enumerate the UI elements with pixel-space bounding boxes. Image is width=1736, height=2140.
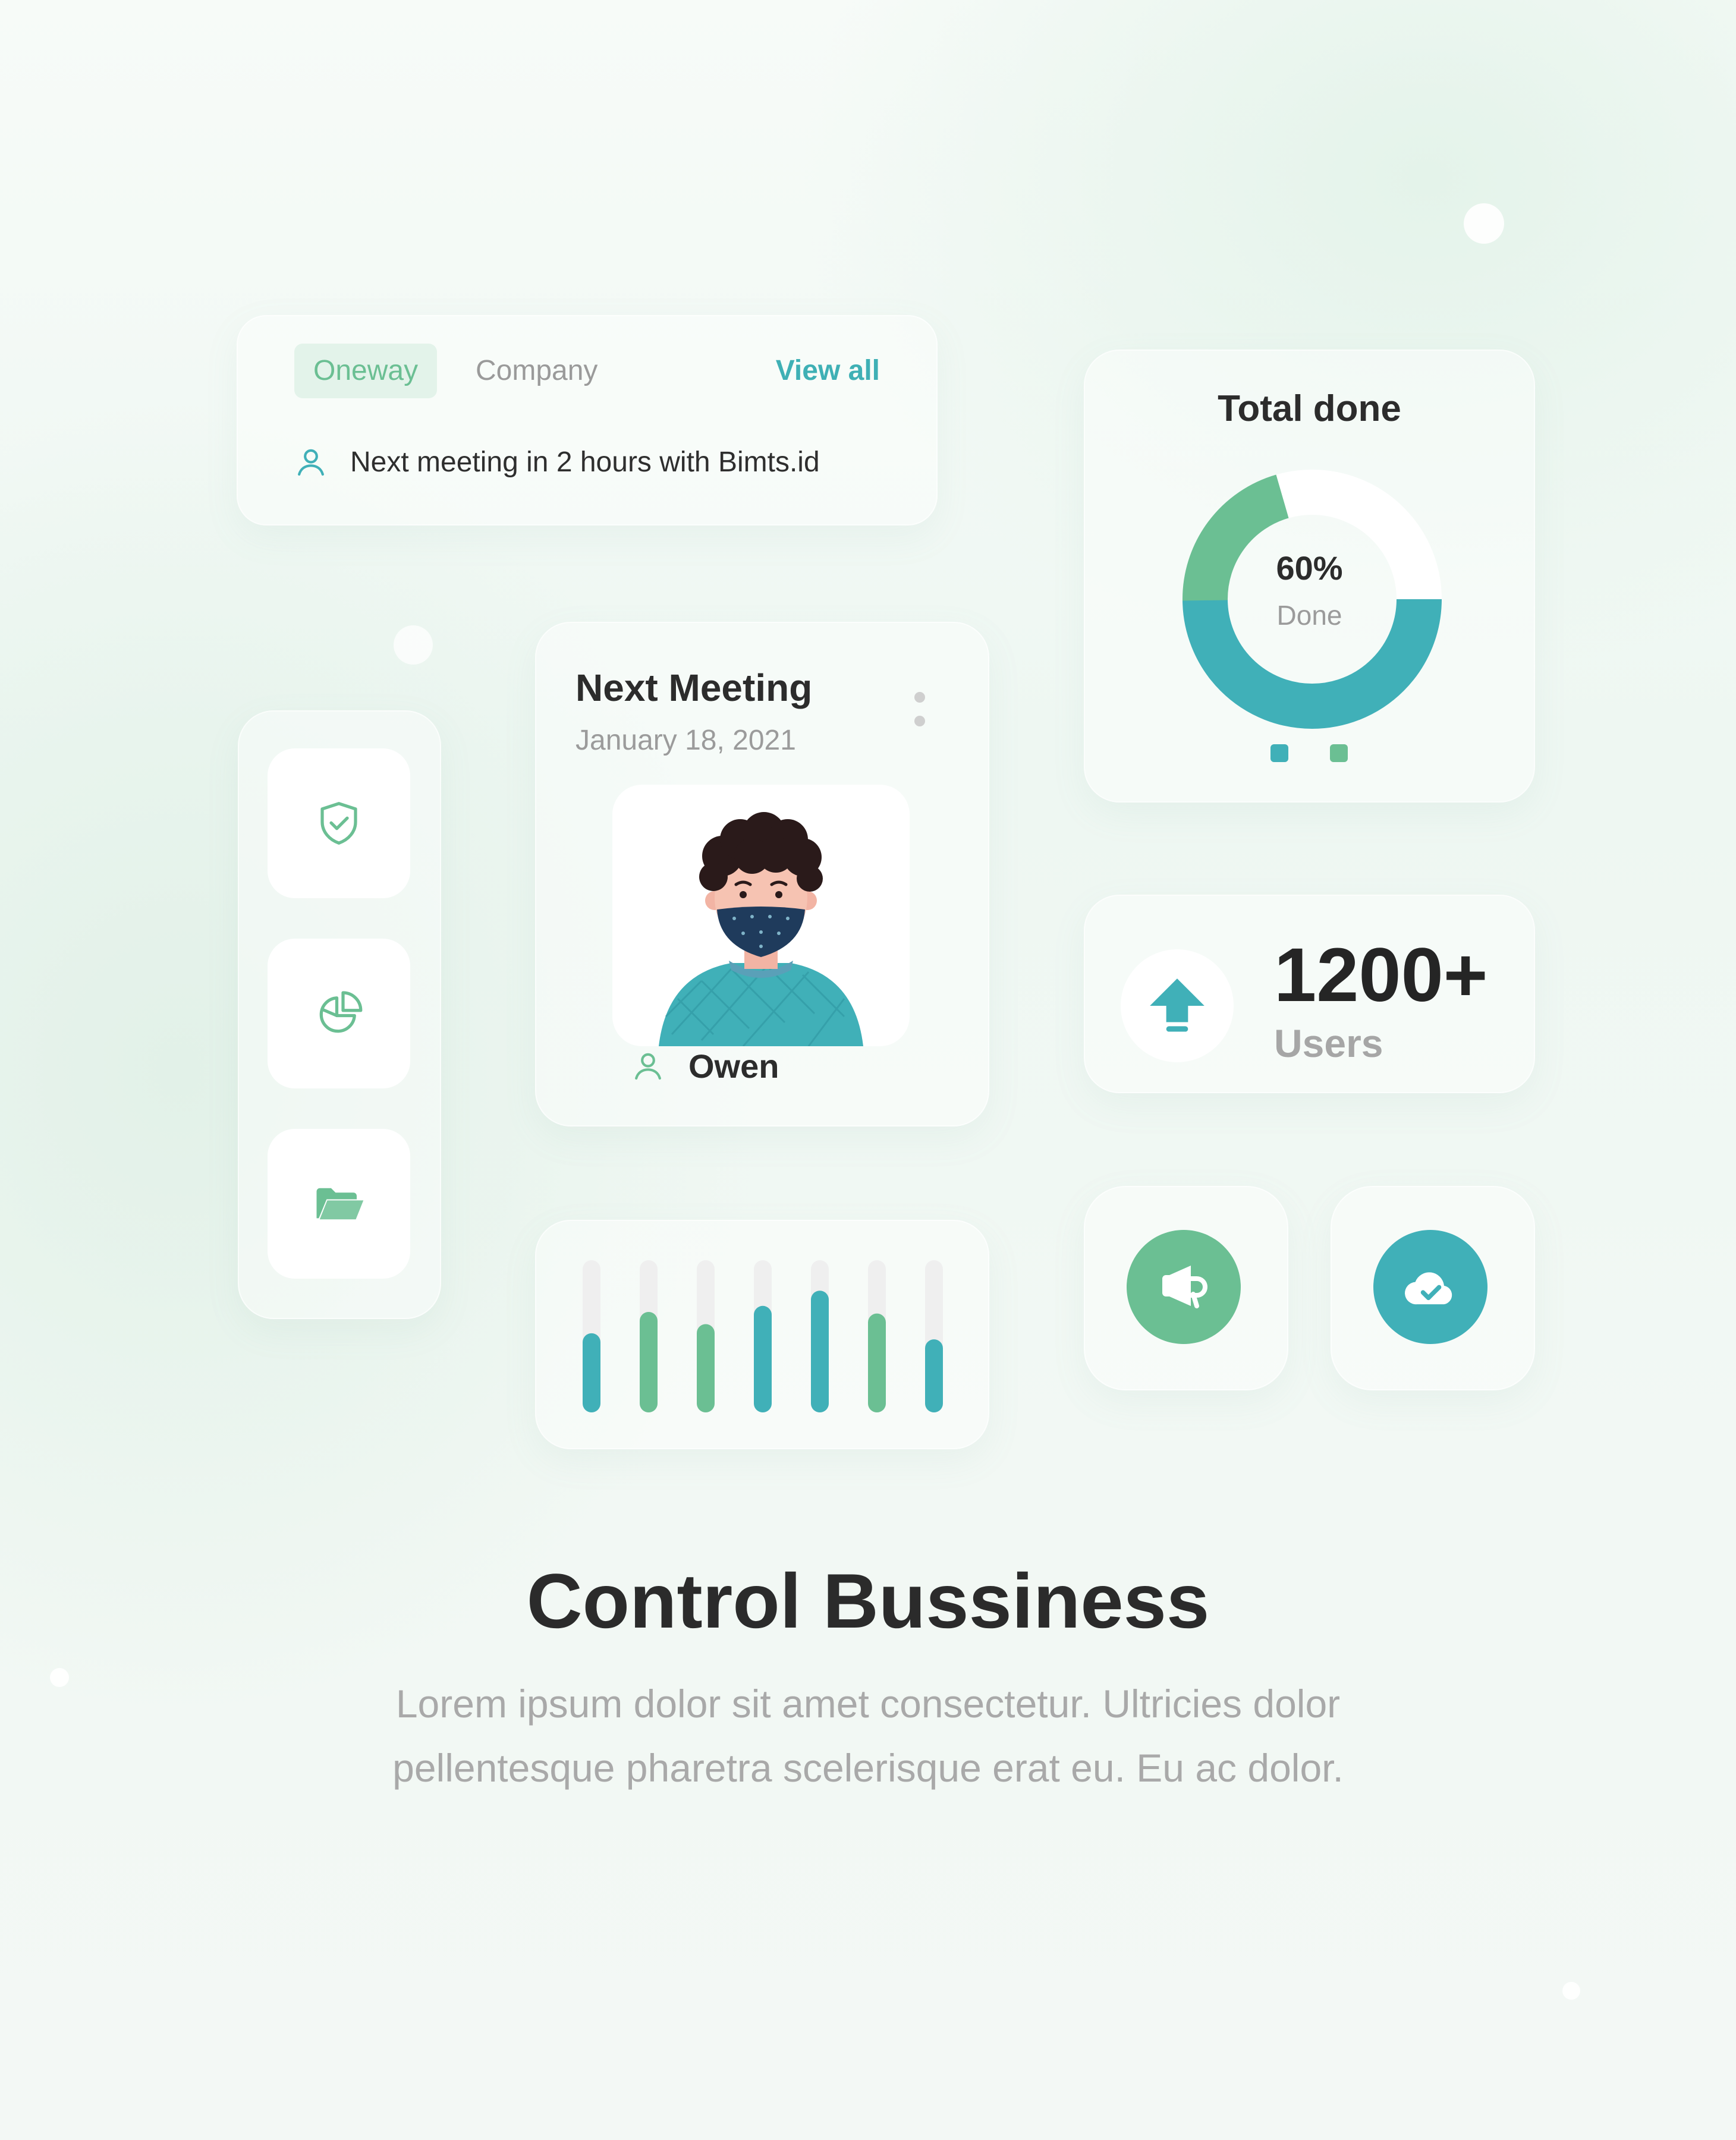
- view-all-link[interactable]: View all: [776, 344, 880, 398]
- person-name: Owen: [688, 1047, 779, 1085]
- decor-dot: [1562, 1982, 1580, 2000]
- legend-teal: [1270, 744, 1288, 762]
- next-meeting-title: Next Meeting: [575, 666, 813, 709]
- description-line-2: pellentesque pharetra scelerisque erat e…: [392, 1746, 1344, 1790]
- sidebar-item-analytics[interactable]: [268, 939, 410, 1088]
- decor-dot: [1464, 203, 1504, 244]
- sidebar-item-security[interactable]: [268, 748, 410, 898]
- cloud-sync-button[interactable]: [1373, 1230, 1487, 1344]
- donut-percent: 60%: [1276, 549, 1343, 587]
- user-icon: [635, 1053, 661, 1080]
- more-options-icon[interactable]: [914, 692, 926, 739]
- description: Lorem ipsum dolor sit amet consectetur. …: [333, 1672, 1403, 1800]
- avatar: [612, 785, 910, 1046]
- bar: [583, 1333, 600, 1412]
- bar-chart-card: [535, 1220, 989, 1449]
- description-line-1: Lorem ipsum dolor sit amet consectetur. …: [395, 1682, 1341, 1726]
- cloud-check-icon: [1405, 1272, 1452, 1305]
- folder-open-icon: [316, 1188, 364, 1220]
- shield-check-icon: [320, 802, 357, 845]
- bar: [697, 1324, 715, 1412]
- bar: [925, 1339, 943, 1412]
- user-icon: [298, 449, 324, 476]
- total-done-title: Total done: [1218, 388, 1401, 429]
- announcement-button[interactable]: [1127, 1230, 1241, 1344]
- headline: Control Bussiness: [526, 1557, 1210, 1644]
- next-meeting-date: January 18, 2021: [575, 725, 796, 756]
- announcement-card: [1084, 1186, 1288, 1390]
- megaphone-icon: [1162, 1266, 1207, 1308]
- meeting-notice-card: Oneway Company View all Next meeting in …: [237, 315, 938, 525]
- next-meeting-card: Next Meeting January 18, 2021 Owen: [535, 622, 989, 1126]
- pie-chart-icon: [319, 991, 363, 1033]
- person-illustration: [659, 812, 863, 1046]
- decor-dot: [394, 625, 433, 665]
- icon-sidebar: [238, 710, 441, 1319]
- donut-done-label: Done: [1276, 600, 1342, 631]
- bar: [754, 1305, 772, 1412]
- legend-green: [1330, 744, 1348, 762]
- users-count: 1200+: [1274, 933, 1488, 1018]
- meeting-notice: Next meeting in 2 hours with Bimts.id: [294, 441, 820, 483]
- bar: [640, 1312, 658, 1412]
- users-label: Users: [1274, 1021, 1383, 1065]
- cloud-sync-card: [1331, 1186, 1535, 1390]
- total-done-card: Total done 60% Done: [1084, 350, 1535, 802]
- meeting-notice-text: Next meeting in 2 hours with Bimts.id: [350, 446, 820, 478]
- tab-oneway[interactable]: Oneway: [294, 344, 438, 398]
- upload-button[interactable]: [1121, 949, 1234, 1062]
- bar-chart: [583, 1260, 943, 1412]
- person-name-row: Owen: [631, 1042, 779, 1090]
- users-stat-card: 1200+ Users: [1084, 895, 1535, 1093]
- bar: [811, 1291, 829, 1412]
- bar: [868, 1313, 886, 1412]
- sidebar-item-files[interactable]: [268, 1129, 410, 1279]
- tab-company[interactable]: Company: [476, 344, 597, 398]
- upload-arrow-icon: [1150, 978, 1204, 1032]
- decor-dot: [50, 1668, 69, 1687]
